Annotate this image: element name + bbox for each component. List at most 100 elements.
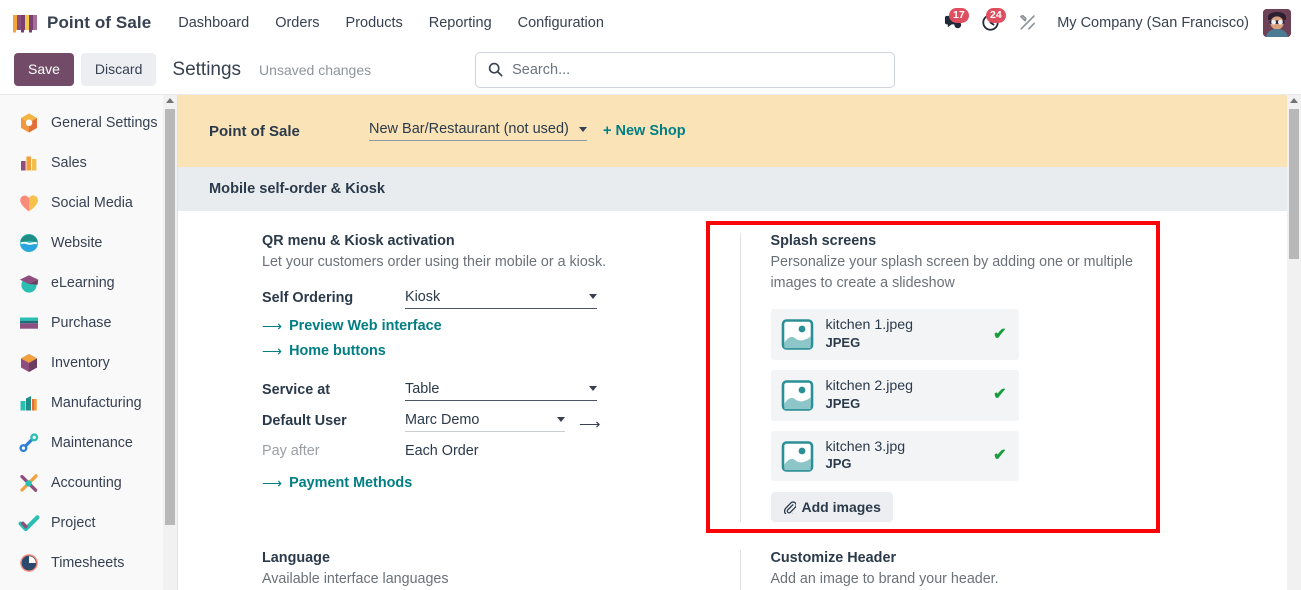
new-shop-button[interactable]: + New Shop [603, 123, 686, 139]
sidebar-item-general-settings[interactable]: General Settings [0, 103, 177, 143]
sidebar-item-elearning[interactable]: eLearning [0, 263, 177, 303]
sidebar-item-social-media[interactable]: Social Media [0, 183, 177, 223]
pos-awning-icon [12, 12, 38, 34]
navbar-menu: Dashboard Orders Products Reporting Conf… [165, 9, 617, 37]
manufacturing-icon [18, 392, 40, 414]
customize-header-block: Customize Header Add an image to brand y… [739, 550, 1301, 590]
self-ordering-value: Kiosk [405, 288, 441, 305]
open-user-record-icon[interactable]: ⟶ [579, 417, 601, 432]
wrench-screwdriver-icon [1019, 14, 1035, 30]
section-title: Mobile self-order & Kiosk [209, 181, 385, 197]
shop-select[interactable]: New Bar/Restaurant (not used) [369, 121, 587, 141]
chevron-down-icon [579, 126, 587, 132]
file-meta: kitchen 1.jpeg JPEG [826, 317, 982, 352]
language-block: Language Available interface languages [178, 550, 740, 590]
file-type: JPG [825, 456, 852, 472]
customize-header-description: Add an image to brand your header. [770, 571, 999, 588]
default-user-select[interactable]: Marc Demo [405, 412, 565, 432]
pos-shop-band: Point of Sale New Bar/Restaurant (not us… [178, 95, 1301, 167]
sales-icon [18, 152, 40, 174]
sidebar-scrollbar[interactable] [163, 95, 177, 590]
preview-web-interface-label: Preview Web interface [289, 317, 442, 334]
scroll-up-arrow-icon[interactable] [166, 98, 174, 103]
accounting-icon [18, 472, 40, 494]
splash-screens-title: Splash screens [770, 233, 877, 249]
project-icon [18, 512, 40, 534]
save-button[interactable]: Save [14, 53, 74, 86]
section-header-mobile-self-order: Mobile self-order & Kiosk [178, 167, 1301, 211]
sidebar-scrollbar-thumb[interactable] [165, 109, 175, 525]
list-item[interactable]: kitchen 3.jpg JPG ✔ [770, 430, 1019, 482]
sidebar-item-manufacturing[interactable]: Manufacturing [0, 383, 177, 423]
brand-home-link[interactable]: Point of Sale [8, 12, 165, 34]
search-icon [488, 62, 503, 77]
nav-item-reporting[interactable]: Reporting [416, 9, 505, 37]
search-placeholder: Search... [512, 61, 571, 78]
add-images-button[interactable]: Add images [770, 492, 893, 523]
activities-button[interactable]: 24 [974, 7, 1007, 38]
sidebar-item-label: Inventory [51, 355, 110, 371]
sidebar-item-accounting[interactable]: Accounting [0, 463, 177, 503]
arrow-right-icon: ⟶ [262, 317, 283, 334]
sidebar-item-label: General Settings [51, 115, 158, 131]
self-ordering-select[interactable]: Kiosk [405, 289, 597, 309]
sidebar-item-label: Maintenance [51, 435, 133, 451]
discard-button[interactable]: Discard [80, 53, 157, 86]
home-buttons-label: Home buttons [289, 342, 386, 359]
sidebar-item-sales[interactable]: Sales [0, 143, 177, 183]
messages-button[interactable]: 17 [937, 7, 970, 38]
main-content: General Settings Sales Social Media Webs… [0, 95, 1301, 590]
sidebar-item-label: Website [51, 235, 103, 251]
sidebar-item-inventory[interactable]: Inventory [0, 343, 177, 383]
customize-header-title: Customize Header [770, 550, 897, 567]
service-at-row: Service at Table [262, 381, 706, 401]
nav-item-orders[interactable]: Orders [262, 9, 332, 37]
messages-count-badge: 17 [948, 7, 970, 23]
file-meta: kitchen 3.jpg JPG [826, 439, 982, 474]
file-name: kitchen 1.jpeg [825, 317, 914, 334]
sidebar-item-timesheets[interactable]: Timesheets [0, 543, 177, 583]
nav-item-products[interactable]: Products [333, 9, 416, 37]
shop-select-value: New Bar/Restaurant (not used) [369, 121, 569, 137]
arrow-right-icon: ⟶ [262, 474, 283, 491]
payment-methods-link[interactable]: ⟶ Payment Methods [262, 475, 706, 491]
avatar[interactable] [1263, 8, 1291, 37]
image-file-icon [781, 379, 814, 412]
settings-scrollbar[interactable] [1287, 95, 1301, 590]
settings-columns: QR menu & Kiosk activation Let your cust… [178, 233, 1301, 523]
paperclip-icon [783, 501, 796, 514]
preview-web-interface-link[interactable]: ⟶ Preview Web interface [262, 318, 706, 334]
maintenance-icon [18, 432, 40, 454]
sidebar-item-purchase[interactable]: Purchase [0, 303, 177, 343]
qr-kiosk-block: QR menu & Kiosk activation Let your cust… [178, 233, 740, 522]
sidebar-item-label: Project [51, 515, 96, 531]
file-type: JPEG [825, 335, 861, 351]
service-at-select[interactable]: Table [405, 381, 597, 401]
settings-scrollbar-thumb[interactable] [1289, 109, 1299, 259]
default-user-label: Default User [262, 412, 347, 429]
service-at-label: Service at [262, 381, 331, 398]
sidebar-item-maintenance[interactable]: Maintenance [0, 423, 177, 463]
pos-band-title: Point of Sale [209, 122, 300, 140]
nav-item-configuration[interactable]: Configuration [505, 9, 617, 37]
sidebar-item-label: Manufacturing [51, 395, 142, 411]
self-ordering-label: Self Ordering [262, 289, 354, 306]
scroll-up-arrow-icon[interactable] [1290, 98, 1298, 103]
tools-button[interactable] [1011, 8, 1043, 38]
payment-methods-label: Payment Methods [289, 474, 413, 491]
service-at-value: Table [405, 380, 440, 397]
home-buttons-link[interactable]: ⟶ Home buttons [262, 343, 706, 359]
chevron-down-icon [589, 294, 597, 300]
sidebar-item-website[interactable]: Website [0, 223, 177, 263]
file-name: kitchen 3.jpg [825, 438, 906, 455]
nav-item-dashboard[interactable]: Dashboard [165, 9, 262, 37]
company-switcher[interactable]: My Company (San Francisco) [1048, 15, 1258, 31]
file-meta: kitchen 2.jpeg JPEG [826, 378, 982, 413]
check-icon: ✔ [993, 325, 1007, 343]
list-item[interactable]: kitchen 2.jpeg JPEG ✔ [770, 370, 1019, 421]
pay-after-label: Pay after [262, 442, 320, 459]
list-item[interactable]: kitchen 1.jpeg JPEG ✔ [770, 309, 1019, 361]
sidebar-item-project[interactable]: Project [0, 503, 177, 543]
settings-pane: Point of Sale New Bar/Restaurant (not us… [178, 95, 1301, 590]
search-input[interactable]: Search... [475, 51, 896, 88]
